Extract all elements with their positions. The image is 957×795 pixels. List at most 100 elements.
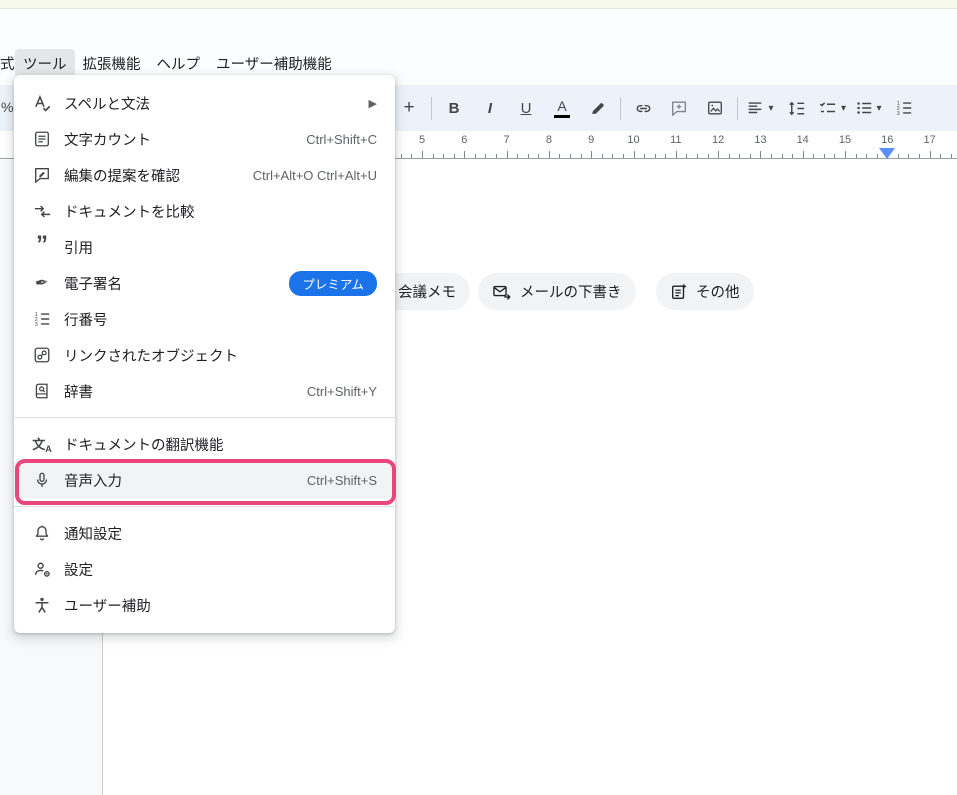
- ruler-number: 12: [712, 134, 724, 146]
- menu-item-esignature[interactable]: ✒電子署名プレミアム: [14, 265, 395, 301]
- ruler-tick: [760, 151, 761, 158]
- toolbar-icons: + B I U A ▾ ▾ ▾ 123: [395, 85, 918, 131]
- underline-icon: U: [521, 100, 532, 117]
- ruler-tick: [538, 154, 539, 158]
- underline-button[interactable]: U: [512, 93, 540, 123]
- font-size-increase-icon: +: [403, 97, 414, 119]
- menubar-item-accessibility[interactable]: ユーザー補助機能: [208, 49, 340, 78]
- spellcheck-icon: [32, 93, 52, 113]
- menu-item-review-suggested-edits[interactable]: 編集の提案を確認Ctrl+Alt+O Ctrl+Alt+U: [14, 157, 395, 193]
- menu-item-label: 通知設定: [64, 523, 122, 544]
- menubar-item-tools[interactable]: ツール: [15, 49, 75, 78]
- menubar-item-help[interactable]: ヘルプ: [149, 49, 209, 78]
- italic-icon: I: [488, 100, 492, 117]
- align-icon: [746, 99, 764, 117]
- font-size-increase-button[interactable]: +: [395, 93, 423, 123]
- ruler-tick: [813, 154, 814, 158]
- bell-icon: [32, 523, 52, 543]
- menu-item-label: 文字カウント: [64, 129, 151, 150]
- menu-item-compare-documents[interactable]: ドキュメントを比較: [14, 193, 395, 229]
- email-draft-icon: [492, 283, 512, 301]
- menu-item-voice-typing[interactable]: 音声入力 Ctrl+Shift+S: [14, 462, 395, 498]
- highlight-color-button[interactable]: [584, 93, 612, 123]
- ruler-tick: [634, 151, 635, 158]
- menu-item-translate-document[interactable]: 文Aドキュメントの翻訳機能: [14, 426, 395, 462]
- menu-item-label: リンクされたオブジェクト: [64, 345, 238, 366]
- bulleted-list-button[interactable]: ▾: [854, 93, 882, 123]
- compare-documents-icon: [32, 201, 52, 221]
- menu-separator: [14, 417, 395, 418]
- ruler-tick: [750, 154, 751, 158]
- dropdown-caret-icon: ▾: [768, 103, 773, 114]
- checklist-button[interactable]: ▾: [818, 93, 846, 123]
- menubar-item-format-partial[interactable]: 式: [0, 49, 15, 78]
- menu-item-label: ユーザー補助: [64, 595, 151, 616]
- menu-item-linked-objects[interactable]: リンクされたオブジェクト: [14, 337, 395, 373]
- highlight-color-icon: [589, 99, 607, 117]
- template-chip-label: メールの下書き: [520, 281, 622, 302]
- ruler-tick: [507, 151, 508, 158]
- menu-item-label: 辞書: [64, 381, 93, 402]
- menu-item-label: 音声入力: [64, 470, 122, 491]
- indent-marker[interactable]: [879, 148, 895, 159]
- shortcut-label: Ctrl+Shift+C: [306, 132, 377, 147]
- toolbar-divider: [620, 97, 621, 120]
- ruler-tick: [602, 154, 603, 158]
- ruler-tick: [570, 154, 571, 158]
- shortcut-label: Ctrl+Shift+S: [307, 473, 377, 488]
- menu-item-notification-settings[interactable]: 通知設定: [14, 515, 395, 551]
- ruler-tick: [718, 151, 719, 158]
- zoom-control-partial[interactable]: %: [1, 99, 13, 115]
- numbered-list-button[interactable]: 123: [890, 93, 918, 123]
- text-color-button[interactable]: A: [548, 93, 576, 123]
- menu-item-spelling-grammar[interactable]: スペルと文法▶: [14, 85, 395, 121]
- menu-item-dictionary[interactable]: 辞書Ctrl+Shift+Y: [14, 373, 395, 409]
- citations-icon: ”: [32, 237, 52, 257]
- ruler-number: 16: [881, 134, 893, 146]
- template-chip-more[interactable]: その他: [656, 273, 754, 310]
- ruler-tick: [686, 154, 687, 158]
- menu-item-word-count[interactable]: 文字カウント Ctrl+Shift+C: [14, 121, 395, 157]
- add-comment-icon: [670, 99, 688, 117]
- ruler-tick: [708, 154, 709, 158]
- ruler-tick: [581, 154, 582, 158]
- ruler-tick: [729, 154, 730, 158]
- text-color-icon: A: [554, 99, 570, 118]
- settings-account-icon: [32, 559, 52, 579]
- ruler-number: 10: [627, 134, 639, 146]
- ruler-tick: [454, 154, 455, 158]
- ruler-tick: [464, 151, 465, 158]
- bulleted-list-icon: [855, 99, 873, 117]
- ruler-tick: [792, 154, 793, 158]
- ruler-number: 8: [546, 134, 552, 146]
- ruler-tick: [496, 154, 497, 158]
- ruler-tick: [782, 154, 783, 158]
- ruler-number: 13: [754, 134, 766, 146]
- add-comment-button[interactable]: [665, 93, 693, 123]
- menu-item-accessibility-settings[interactable]: ユーザー補助: [14, 587, 395, 623]
- ruler-tick: [485, 154, 486, 158]
- bold-button[interactable]: B: [440, 93, 468, 123]
- insert-link-button[interactable]: [629, 93, 657, 123]
- tools-menu: スペルと文法▶ 文字カウント Ctrl+Shift+C 編集の提案を確認Ctrl+Al…: [14, 75, 395, 633]
- menu-separator: [14, 506, 395, 507]
- template-chip-email-draft[interactable]: メールの下書き: [478, 273, 636, 310]
- menubar-item-extensions[interactable]: 拡張機能: [75, 49, 149, 78]
- ruler-tick: [644, 154, 645, 158]
- ruler-tick: [422, 151, 423, 158]
- insert-image-button[interactable]: [701, 93, 729, 123]
- numbered-list-icon: 123: [895, 99, 913, 117]
- premium-badge: プレミアム: [289, 271, 377, 296]
- menu-item-preferences[interactable]: 設定: [14, 551, 395, 587]
- menu-item-label: スペルと文法: [64, 93, 150, 114]
- ruler-number: 5: [419, 134, 425, 146]
- esignature-icon: ✒: [32, 273, 52, 293]
- ruler-tick: [877, 154, 878, 158]
- italic-button[interactable]: I: [476, 93, 504, 123]
- menu-item-citations[interactable]: ” 引用: [14, 229, 395, 265]
- align-button[interactable]: ▾: [746, 93, 774, 123]
- dropdown-caret-icon: ▾: [841, 103, 846, 114]
- line-spacing-button[interactable]: [782, 93, 810, 123]
- menu-item-line-numbers[interactable]: 123行番号: [14, 301, 395, 337]
- menu-item-label: 引用: [64, 237, 93, 258]
